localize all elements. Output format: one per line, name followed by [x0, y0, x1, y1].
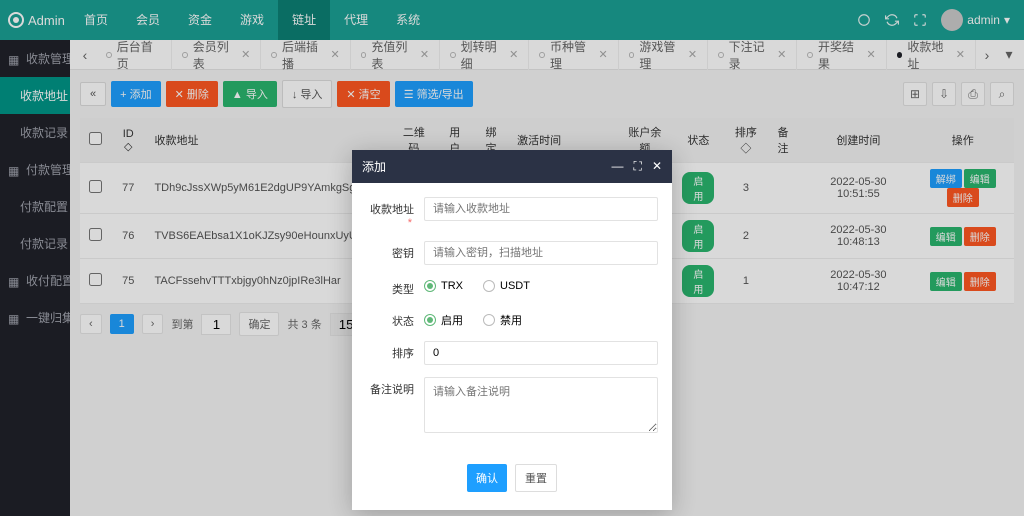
type-radios-opt-0[interactable]: TRX: [424, 280, 463, 292]
modal-confirm-button[interactable]: 确认: [467, 464, 507, 492]
modal-max-icon[interactable]: ⛶: [634, 159, 642, 174]
addr-input[interactable]: [424, 197, 658, 221]
note-textarea[interactable]: [424, 377, 658, 433]
modal-close-icon[interactable]: ✕: [652, 159, 662, 174]
type-radios-opt-1[interactable]: USDT: [483, 280, 530, 292]
sort-input[interactable]: [424, 341, 658, 365]
key-input[interactable]: [424, 241, 658, 265]
status-radios-opt-0[interactable]: 启用: [424, 312, 463, 328]
status-radios-opt-1[interactable]: 禁用: [483, 312, 522, 328]
modal-title: 添加: [362, 158, 386, 175]
add-modal: 添加 — ⛶ ✕ 收款地址 * 密钥 类型 TRXUSDT 状态 启用禁用 排序…: [352, 150, 672, 510]
modal-reset-button[interactable]: 重置: [515, 464, 557, 492]
modal-min-icon[interactable]: —: [612, 159, 624, 174]
